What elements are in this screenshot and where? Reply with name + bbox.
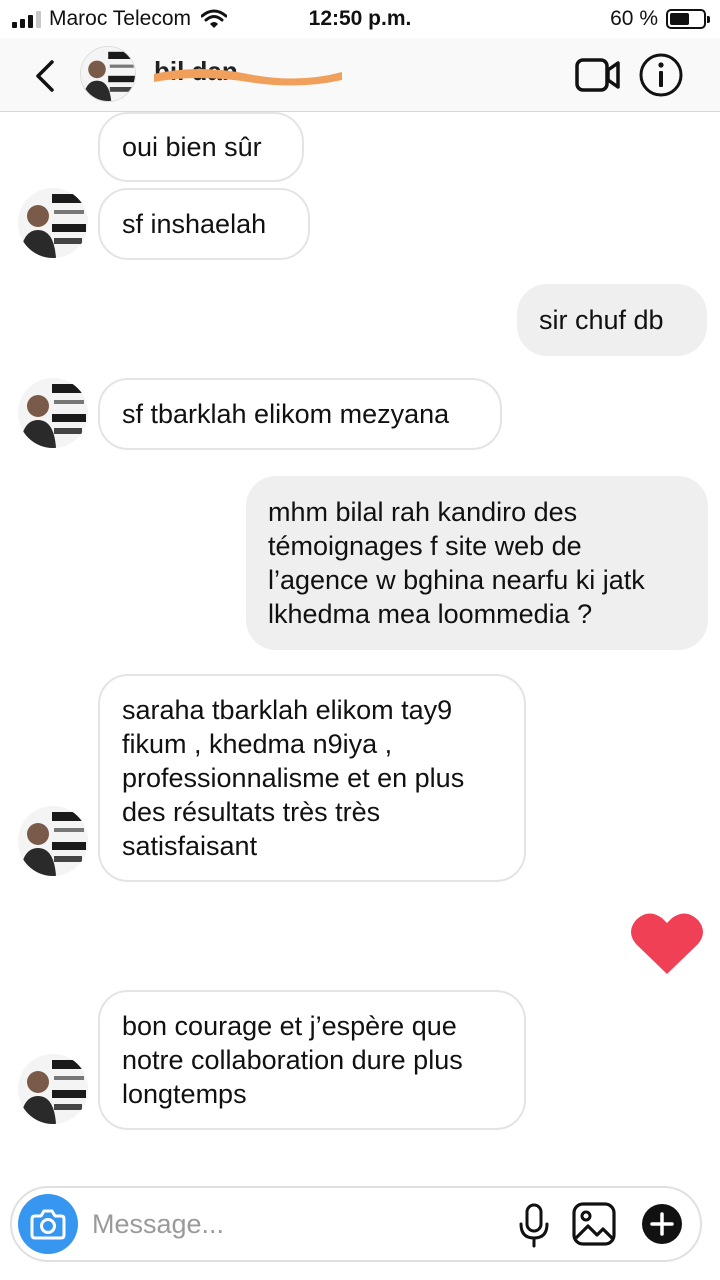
- sender-avatar: [18, 188, 88, 258]
- camera-icon: [30, 1209, 66, 1240]
- redaction-scribble: [154, 69, 342, 86]
- incoming-message[interactable]: sf tbarklah elikom mezyana: [98, 378, 502, 450]
- sender-avatar: [18, 378, 88, 448]
- status-left: Maroc Telecom: [12, 7, 227, 31]
- sender-avatar: [18, 1054, 88, 1124]
- sender-avatar: [18, 806, 88, 876]
- contact-avatar[interactable]: [80, 46, 136, 102]
- battery-fill: [670, 13, 690, 25]
- outgoing-message[interactable]: sir chuf db: [517, 284, 707, 356]
- status-bar: Maroc Telecom 12:50 p.m. 60 %: [0, 0, 720, 38]
- battery-icon: [666, 9, 710, 29]
- incoming-message[interactable]: bon courage et j’espère que notre collab…: [98, 990, 526, 1130]
- video-camera-icon[interactable]: [574, 54, 622, 96]
- gallery-icon[interactable]: [570, 1200, 618, 1248]
- wifi-icon: [201, 9, 227, 28]
- chevron-left-icon[interactable]: [28, 56, 64, 96]
- microphone-icon[interactable]: [516, 1202, 552, 1248]
- carrier-name: Maroc Telecom: [49, 7, 191, 30]
- heart-icon[interactable]: [630, 912, 704, 976]
- incoming-message[interactable]: sf inshaelah: [98, 188, 310, 260]
- add-icon[interactable]: [640, 1202, 684, 1246]
- battery-percentage: 60 %: [610, 7, 658, 30]
- chat-header: bil dan: [0, 38, 720, 112]
- message-composer: [10, 1186, 702, 1262]
- info-icon[interactable]: [638, 52, 684, 98]
- camera-button[interactable]: [18, 1194, 78, 1254]
- incoming-message[interactable]: oui bien sûr: [98, 112, 304, 182]
- signal-strength-icon: [12, 10, 41, 28]
- status-right: 60 %: [610, 7, 710, 31]
- incoming-message[interactable]: saraha tbarklah elikom tay9 fikum , khed…: [98, 674, 526, 882]
- outgoing-message[interactable]: mhm bilal rah kandiro des témoignages f …: [246, 476, 708, 650]
- message-input[interactable]: [92, 1200, 492, 1248]
